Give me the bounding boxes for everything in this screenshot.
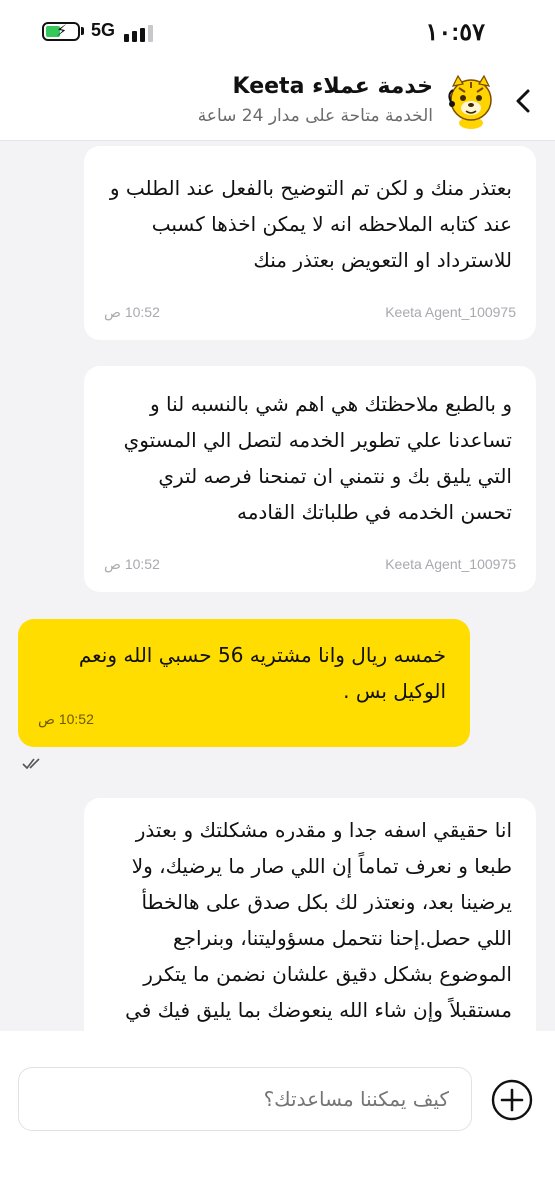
battery-icon: ⚡ — [42, 21, 80, 41]
message-sender: Keeta Agent_100975 — [385, 556, 516, 572]
message-text: بعتذر منك و لكن تم التوضيح بالفعل عند ال… — [109, 176, 512, 272]
message-time: 10:52 ص — [104, 304, 160, 320]
message-time: 10:52 ص — [38, 711, 94, 727]
message-text: خمسه ريال وانا مشتريه 56 حسبي الله ونعم … — [78, 643, 446, 703]
message-meta: 10:52 ص — [38, 711, 450, 731]
battery-cap — [81, 27, 84, 35]
status-time: ١٠:٥٧ — [425, 19, 485, 46]
user-message: خمسه ريال وانا مشتريه 56 حسبي الله ونعم … — [18, 619, 470, 747]
message-meta: 10:52 ص Keeta Agent_100975 — [104, 304, 516, 324]
message-sender: Keeta Agent_100975 — [385, 304, 516, 320]
network-label: 5G — [91, 20, 116, 40]
double-check-icon — [22, 758, 40, 770]
chat-header: خدمة عملاء Keeta الخدمة متاحة على مدار 2… — [0, 64, 555, 141]
plus-circle-icon[interactable] — [490, 1078, 534, 1122]
agent-message: بعتذر منك و لكن تم التوضيح بالفعل عند ال… — [84, 146, 536, 340]
message-text: انا حقيقي اسفه جدا و مقدره مشكلتك و بعتذ… — [125, 818, 512, 1022]
chevron-right-icon[interactable] — [511, 86, 537, 116]
agent-message: انا حقيقي اسفه جدا و مقدره مشكلتك و بعتذ… — [84, 798, 536, 1031]
tiger-mascot-icon — [448, 74, 492, 129]
header-subtitle: الخدمة متاحة على مدار 24 ساعة — [197, 106, 433, 126]
header-title: خدمة عملاء Keeta — [232, 74, 433, 99]
status-bar: ⚡ 5G ١٠:٥٧ — [0, 0, 555, 64]
chat-messages[interactable]: بعتذر منك و لكن تم التوضيح بالفعل عند ال… — [0, 141, 555, 1031]
message-text: و بالطبع ملاحظتك هي اهم شي بالنسبه لنا و… — [123, 392, 512, 524]
signal-icon — [124, 22, 158, 42]
message-composer — [0, 1031, 555, 1200]
agent-message: و بالطبع ملاحظتك هي اهم شي بالنسبه لنا و… — [84, 366, 536, 592]
message-input[interactable] — [18, 1067, 472, 1131]
message-meta: 10:52 ص Keeta Agent_100975 — [104, 556, 516, 576]
message-time: 10:52 ص — [104, 556, 160, 572]
